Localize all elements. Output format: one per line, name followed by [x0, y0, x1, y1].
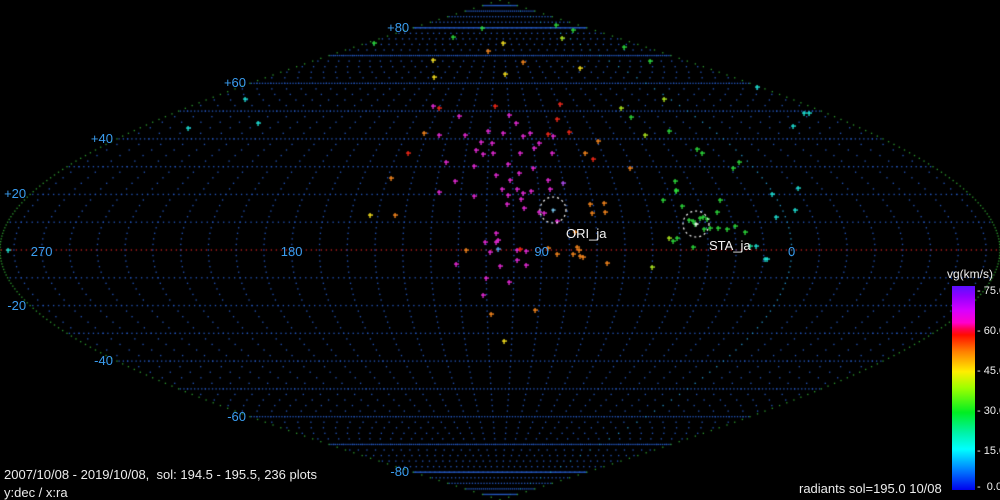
- velocity-colorbar: [952, 286, 975, 490]
- radiants-sol-status: radiants sol=195.0 10/08: [799, 481, 942, 496]
- colorbar-tick-label: - 45.0: [977, 365, 1000, 377]
- shower-label-sta: STA_ja: [709, 238, 751, 253]
- radiant-map-screen: +80 +60 +40 +20 -20 -40 -60 -80 270 180 90 0 ORI_ja…: [0, 0, 1000, 500]
- ra-tick-label: 90: [534, 244, 549, 259]
- dec-tick-label: +40: [90, 130, 113, 146]
- colorbar-title: vg(km/s): [947, 267, 993, 281]
- dec-tick-label: -60: [227, 408, 246, 424]
- dec-tick-label: +80: [387, 19, 410, 35]
- dec-tick-label: -40: [94, 353, 113, 369]
- colorbar-tick-label: - 30.0: [977, 405, 1000, 417]
- ra-tick-label: 180: [280, 244, 303, 259]
- colorbar-tick-label: - 75.0: [977, 285, 1000, 297]
- ra-tick-label: 0: [788, 244, 796, 259]
- colorbar-tick-label: - 60.0: [977, 325, 1000, 337]
- axes-legend: y:dec / x:ra: [4, 485, 68, 500]
- shower-label-ori: ORI_ja: [566, 226, 607, 241]
- radiant-map-canvas: [0, 0, 1000, 500]
- dec-tick-label: +20: [4, 186, 27, 202]
- dec-tick-label: +60: [223, 75, 246, 91]
- ra-tick-label: 270: [30, 244, 53, 259]
- colorbar-tick-label: - 15.0: [977, 445, 1000, 457]
- colorbar-tick-label: - 0.0: [977, 481, 1000, 493]
- dec-tick-label: -80: [390, 464, 410, 480]
- dec-tick-label: -20: [7, 297, 27, 313]
- date-range-status: 2007/10/08 - 2019/10/08, sol: 194.5 - 19…: [4, 467, 317, 482]
